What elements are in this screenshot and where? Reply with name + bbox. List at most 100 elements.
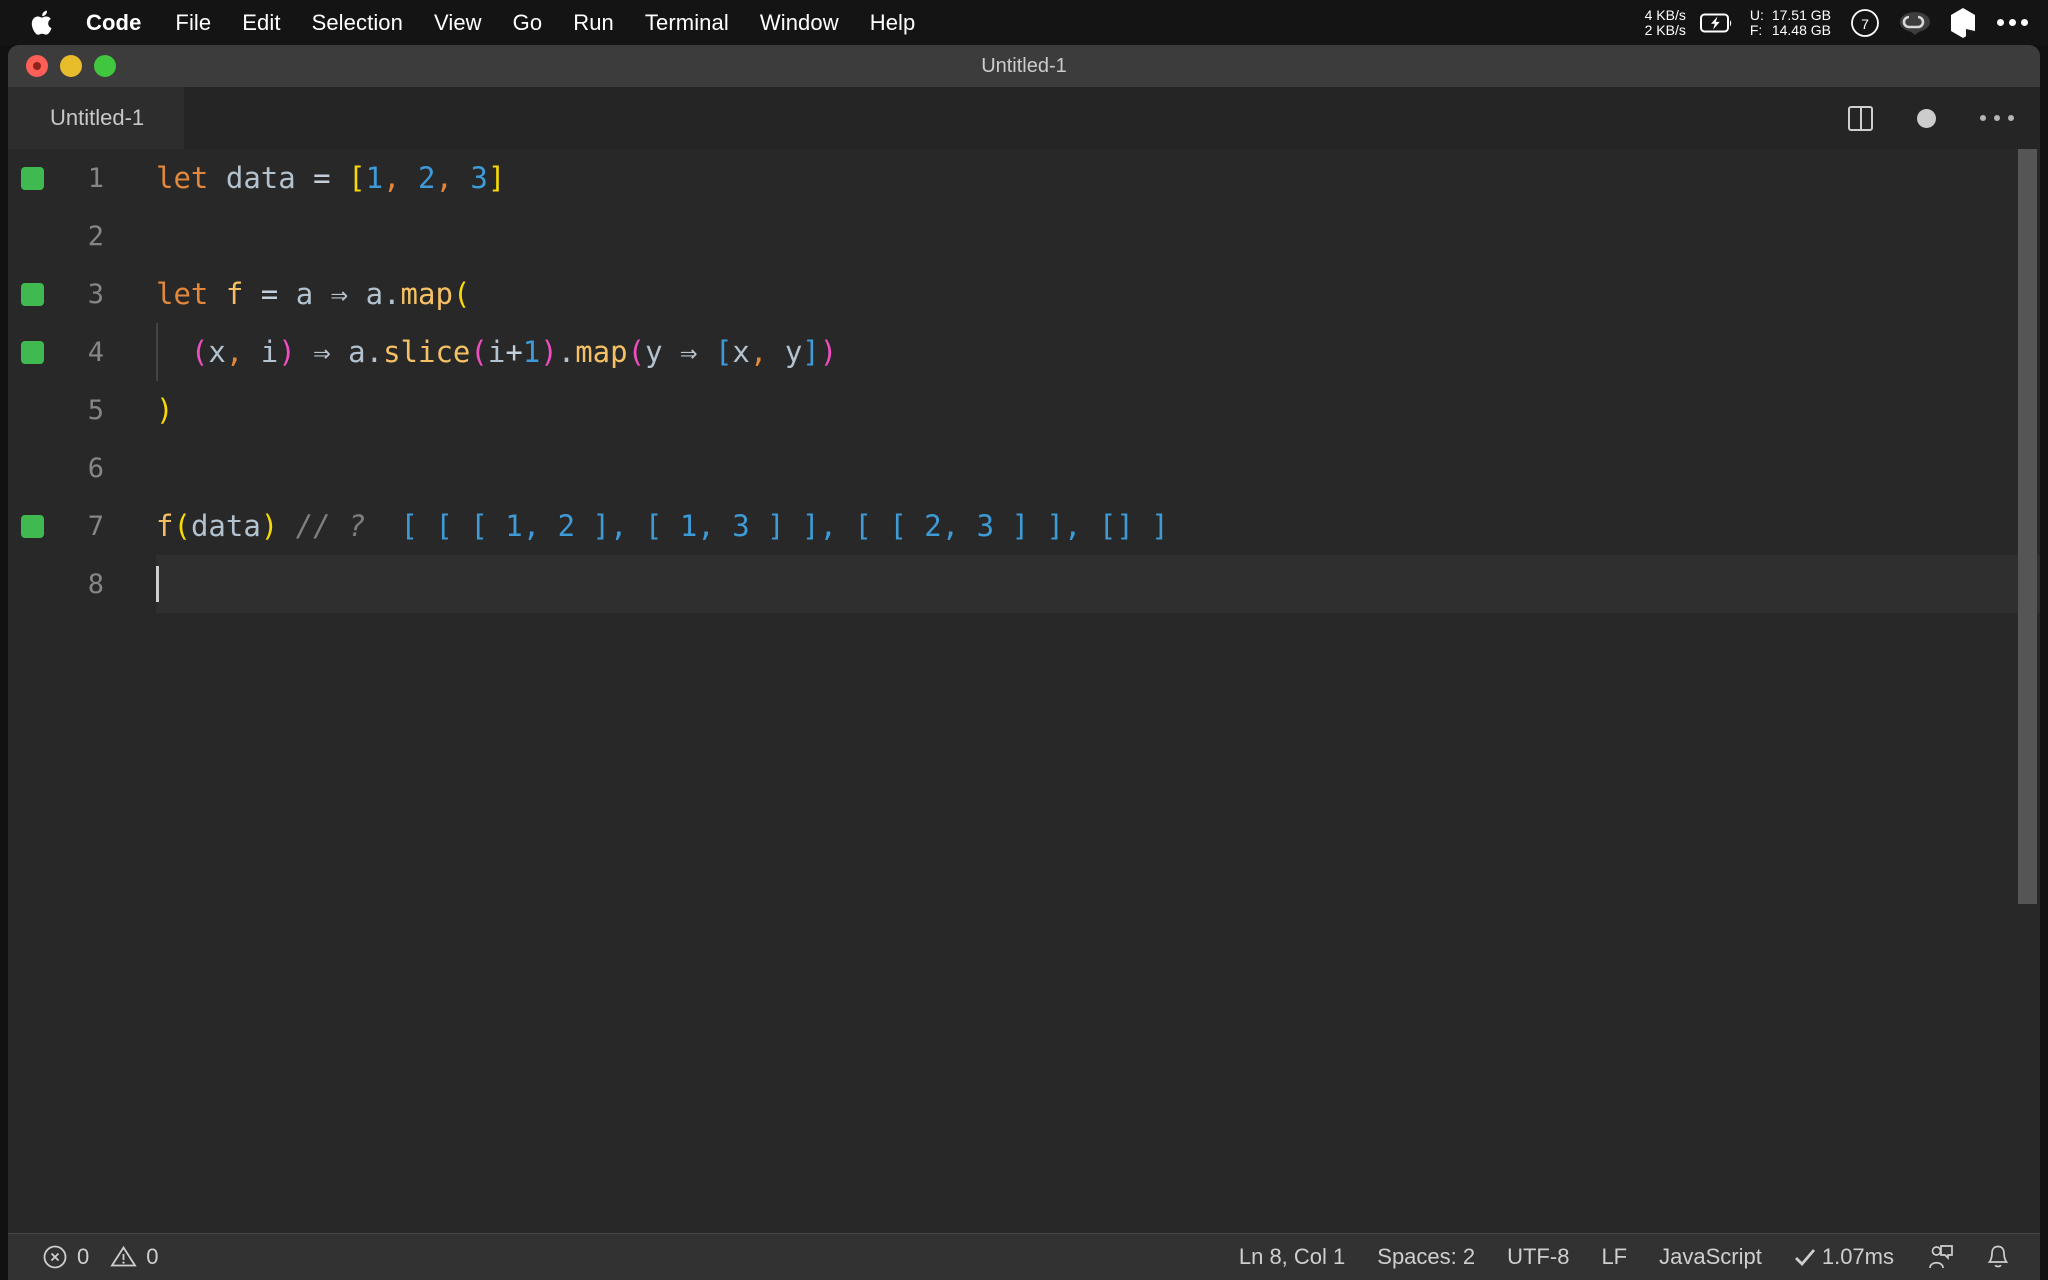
token: + xyxy=(505,335,522,369)
tab-untitled-1[interactable]: Untitled-1 xyxy=(8,87,184,149)
token: x xyxy=(208,335,225,369)
token: ) xyxy=(261,509,278,543)
token: ( xyxy=(453,277,470,311)
token: a xyxy=(296,277,313,311)
breakpoint-marker[interactable] xyxy=(21,341,44,364)
split-editor-icon[interactable] xyxy=(1848,106,1873,131)
error-circle-icon xyxy=(42,1244,68,1270)
code-line-8[interactable]: 8 xyxy=(8,555,2040,613)
menu-item-view[interactable]: View xyxy=(434,10,482,36)
status-bar-right: Ln 8, Col 1 Spaces: 2 UTF-8 LF JavaScrip… xyxy=(1223,1244,2018,1270)
token xyxy=(767,335,784,369)
token: ( xyxy=(470,335,487,369)
token: , xyxy=(383,161,400,195)
gutter-line-6[interactable]: 6 xyxy=(8,439,156,497)
indentation-status[interactable]: Spaces: 2 xyxy=(1361,1244,1491,1270)
line-number: 3 xyxy=(44,279,104,310)
token: map xyxy=(401,277,453,311)
token: ( xyxy=(191,335,208,369)
token xyxy=(366,509,401,543)
code-editor[interactable]: 1 let data = [1, 2, 3]2 3 let f = a ⇒ a.map… xyxy=(8,149,2040,1233)
more-actions-icon[interactable] xyxy=(1980,115,2014,121)
memory-usage-indicator[interactable]: U: 17.51 GB F: 14.48 GB xyxy=(1750,8,1831,38)
gutter-line-7[interactable]: 7 xyxy=(8,497,156,555)
code-content: ) xyxy=(156,393,173,427)
token: y xyxy=(785,335,802,369)
token: // ? xyxy=(296,509,366,543)
breakpoint-marker[interactable] xyxy=(21,167,44,190)
token: ) xyxy=(278,335,295,369)
token xyxy=(296,161,313,195)
battery-charging-icon[interactable] xyxy=(1700,13,1734,33)
menu-item-edit[interactable]: Edit xyxy=(242,10,280,36)
status-bar: 0 0 Ln 8, Col 1 Spaces: 2 UTF-8 LF JavaS… xyxy=(8,1233,2040,1280)
token: ) xyxy=(156,393,173,427)
cube-icon[interactable] xyxy=(1949,7,1977,39)
token: a xyxy=(348,335,365,369)
bell-icon[interactable] xyxy=(1972,1244,2018,1270)
clock-7-icon[interactable]: 7 xyxy=(1849,7,1881,39)
token: [ xyxy=(348,161,365,195)
code-line-6[interactable]: 6 xyxy=(8,439,2040,497)
network-upload-rate: 4 KB/s xyxy=(1645,8,1686,23)
text-cursor xyxy=(156,566,159,602)
token xyxy=(348,277,365,311)
code-content: let data = [1, 2, 3] xyxy=(156,161,505,195)
gutter-line-5[interactable]: 5 xyxy=(8,381,156,439)
gutter-line-2[interactable]: 2 xyxy=(8,207,156,265)
code-content: let f = a ⇒ a.map( xyxy=(156,277,470,311)
token: . xyxy=(366,335,383,369)
code-line-4[interactable]: 4 (x, i) ⇒ a.slice(i+1).map(y ⇒ [x, y]) xyxy=(8,323,2040,381)
code-line-1[interactable]: 1 let data = [1, 2, 3] xyxy=(8,149,2040,207)
editor-vertical-scrollbar[interactable] xyxy=(2018,149,2040,1233)
token: map xyxy=(575,335,627,369)
menu-item-window[interactable]: Window xyxy=(760,10,839,36)
code-line-7[interactable]: 7f(data) // ? [ [ [ 1, 2 ], [ 1, 3 ] ], … xyxy=(8,497,2040,555)
line-number: 8 xyxy=(44,569,104,600)
breakpoint-marker[interactable] xyxy=(21,283,44,306)
token: f xyxy=(226,277,243,311)
token xyxy=(697,335,714,369)
token: slice xyxy=(383,335,470,369)
gutter-line-3[interactable]: 3 xyxy=(8,265,156,323)
gutter-line-1[interactable]: 1 xyxy=(8,149,156,207)
menu-item-help[interactable]: Help xyxy=(870,10,916,36)
breakpoint-marker[interactable] xyxy=(21,515,44,538)
unsaved-indicator-icon[interactable] xyxy=(1917,109,1936,128)
run-time-status[interactable]: 1.07ms xyxy=(1778,1244,1910,1270)
line-number: 1 xyxy=(44,163,104,194)
problems-status[interactable]: 0 0 xyxy=(42,1244,175,1270)
scrollbar-thumb[interactable] xyxy=(2018,149,2037,904)
code-line-3[interactable]: 3 let f = a ⇒ a.map( xyxy=(8,265,2040,323)
menu-item-file[interactable]: File xyxy=(175,10,211,36)
cursor-position-status[interactable]: Ln 8, Col 1 xyxy=(1223,1244,1361,1270)
line-number: 7 xyxy=(44,511,104,542)
network-rate-indicator[interactable]: 4 KB/s 2 KB/s xyxy=(1645,8,1686,38)
token xyxy=(663,335,680,369)
code-line-2[interactable]: 2 xyxy=(8,207,2040,265)
token: . xyxy=(558,335,575,369)
gutter-line-8[interactable]: 8 xyxy=(8,555,156,613)
token xyxy=(156,335,191,369)
code-content xyxy=(156,566,159,602)
feedback-person-icon[interactable] xyxy=(1910,1244,1972,1270)
menu-item-run[interactable]: Run xyxy=(573,10,614,36)
token: ] xyxy=(488,161,505,195)
language-mode-status[interactable]: JavaScript xyxy=(1643,1244,1778,1270)
line-number: 4 xyxy=(44,337,104,368)
gutter-line-4[interactable]: 4 xyxy=(8,323,156,381)
more-dots-icon[interactable] xyxy=(1997,19,2028,26)
menu-item-terminal[interactable]: Terminal xyxy=(645,10,729,36)
menu-item-go[interactable]: Go xyxy=(513,10,543,36)
menu-item-selection[interactable]: Selection xyxy=(312,10,403,36)
token xyxy=(243,335,260,369)
apple-logo-icon[interactable] xyxy=(30,8,56,38)
memory-used-value: 17.51 GB xyxy=(1772,8,1831,23)
window-title: Untitled-1 xyxy=(8,45,2040,87)
token: ⇒ xyxy=(680,335,697,369)
eol-status[interactable]: LF xyxy=(1585,1244,1643,1270)
encoding-status[interactable]: UTF-8 xyxy=(1491,1244,1585,1270)
eye-link-icon[interactable] xyxy=(1897,10,1933,36)
code-line-5[interactable]: 5) xyxy=(8,381,2040,439)
menu-item-code[interactable]: Code xyxy=(86,10,141,36)
